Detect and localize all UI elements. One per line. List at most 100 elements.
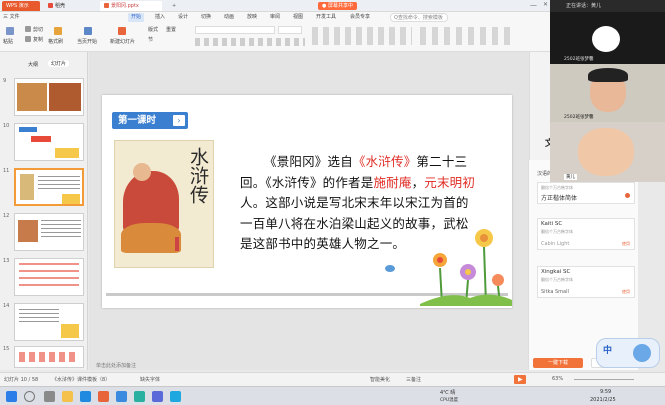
app-icon[interactable]: [152, 391, 163, 402]
mascot-icon: [633, 344, 651, 362]
smart-beautify-button[interactable]: 智能美化: [370, 376, 390, 383]
section-button[interactable]: 节: [148, 36, 153, 43]
font-sample: Cabin Light: [541, 241, 570, 247]
text-part: 《景阳冈》选自: [264, 154, 353, 169]
video-tile-teacher[interactable]: 2502班张梦馨: [550, 12, 665, 64]
slide-thumb-14[interactable]: [14, 303, 84, 341]
minimize-icon[interactable]: —: [530, 1, 537, 9]
play-current-button[interactable]: 当页开始: [77, 38, 97, 45]
slide-thumb-12[interactable]: [14, 213, 84, 251]
outline-tab[interactable]: 大纲: [28, 61, 38, 68]
thumb-number: 14: [3, 303, 10, 309]
menu-home[interactable]: 开始: [128, 13, 145, 22]
font-size-select[interactable]: [278, 26, 302, 34]
arrow-icon: ›: [173, 115, 185, 126]
cut-button[interactable]: 剪切: [33, 26, 43, 33]
flower-icon: [433, 229, 504, 286]
menu-design[interactable]: 设计: [178, 13, 188, 22]
menu-view[interactable]: 视图: [293, 13, 303, 22]
app-icon[interactable]: [170, 391, 181, 402]
slide-counter: 幻灯片 10 / 58: [4, 377, 39, 383]
format-painter-icon: [54, 27, 62, 35]
thumb-number: 12: [3, 213, 10, 219]
thumb-number: 10: [3, 123, 10, 129]
font-item[interactable]: 翻倍个万古韩字体 方正楷体简体: [537, 182, 635, 204]
menu-review[interactable]: 审阅: [270, 13, 280, 22]
thumb-number: 13: [3, 258, 10, 264]
close-icon[interactable]: ✕: [543, 1, 548, 8]
slide-thumb-13[interactable]: [14, 258, 84, 296]
menu-member[interactable]: 会员专享: [350, 13, 370, 22]
font-item[interactable]: Xingkai SC 翻倍个万古韩字体 Sitka Small 使用: [537, 266, 635, 298]
play-slideshow-button[interactable]: ▶: [514, 375, 526, 384]
font-status-icon: [625, 193, 630, 198]
video-tile-student2[interactable]: 黄儿: [550, 122, 665, 182]
tab-dahe[interactable]: 稻壳: [44, 1, 96, 11]
text-format-buttons[interactable]: [195, 38, 305, 46]
layout-button[interactable]: 版式: [148, 26, 158, 33]
ppt-file-icon: [104, 3, 109, 8]
paragraph-buttons[interactable]: [312, 27, 412, 45]
copy-icon: [25, 36, 31, 42]
notes-toggle[interactable]: 三备注: [406, 376, 421, 383]
play-icon: ▶: [518, 376, 523, 383]
missing-font-button[interactable]: 缺失字体: [140, 376, 160, 383]
theme-name: 《水浒传》课件模板（8）: [52, 377, 111, 383]
app-icon[interactable]: [134, 391, 145, 402]
use-font-link[interactable]: 使用: [622, 241, 630, 247]
avatar: [592, 26, 620, 52]
reset-button[interactable]: 重置: [166, 26, 176, 33]
format-painter-button[interactable]: 格式刷: [48, 38, 63, 45]
edge-icon[interactable]: [80, 391, 91, 402]
insert-shape-buttons[interactable]: [420, 27, 510, 45]
tiger-image: [121, 223, 181, 253]
menu-file[interactable]: 三 文件: [3, 13, 20, 22]
play-from-current-icon: [84, 27, 92, 35]
task-view-icon[interactable]: [44, 391, 55, 402]
video-tile-student1[interactable]: 2502班张梦馨: [550, 64, 665, 122]
paste-icon: [6, 27, 14, 35]
ime-widget[interactable]: 中: [596, 338, 660, 368]
search-input[interactable]: Q查找命令、搜索模板: [390, 13, 448, 22]
font-name: Xingkai SC: [541, 269, 571, 275]
new-slide-icon: [118, 27, 126, 35]
app-icon[interactable]: [116, 391, 127, 402]
tab-document[interactable]: 景阳冈.pptx: [100, 1, 162, 11]
windows-start-icon[interactable]: [6, 391, 17, 402]
slide-thumb-11[interactable]: [14, 168, 84, 206]
slide-thumb-9[interactable]: [14, 78, 84, 116]
butterfly-icon: [385, 265, 395, 272]
text-part-highlight: 施耐庵: [373, 174, 412, 190]
menu-animation[interactable]: 动画: [224, 13, 234, 22]
slide-thumb-15[interactable]: [14, 346, 84, 368]
new-tab-button[interactable]: +: [168, 1, 178, 11]
notes-placeholder[interactable]: 单击此处添加备注: [96, 362, 136, 369]
wps-icon[interactable]: [98, 391, 109, 402]
share-status-badge: ● 屏幕共享中: [318, 2, 357, 10]
dahe-icon: [48, 3, 53, 8]
weather: 4℃ 晴: [440, 390, 456, 396]
paste-button[interactable]: 粘贴: [3, 38, 13, 45]
tab-wps[interactable]: WPS 演示: [2, 1, 40, 11]
menu-insert[interactable]: 插入: [155, 13, 165, 22]
menu-developer[interactable]: 开发工具: [316, 13, 336, 22]
new-slide-button[interactable]: 新建幻灯片: [110, 38, 135, 45]
file-explorer-icon[interactable]: [62, 391, 73, 402]
search-icon[interactable]: [24, 391, 35, 402]
use-font-link[interactable]: 使用: [622, 289, 630, 295]
text-part-highlight: 元末明初: [424, 174, 476, 190]
download-all-button[interactable]: 一键下载: [533, 358, 583, 368]
zoom-slider[interactable]: [574, 379, 634, 380]
speaking-label: 正在讲话：黄儿: [550, 0, 665, 12]
slides-tab[interactable]: 幻灯片: [48, 60, 70, 67]
clock-date: 2021/2/25: [590, 397, 616, 403]
zoom-level[interactable]: 63%: [552, 376, 563, 382]
menu-transition[interactable]: 切换: [201, 13, 211, 22]
clock-time: 9:59: [600, 389, 612, 395]
slide-thumb-10[interactable]: [14, 123, 84, 161]
menu-slideshow[interactable]: 放映: [247, 13, 257, 22]
font-name: 方正楷体简体: [541, 195, 578, 202]
font-family-select[interactable]: [195, 26, 275, 34]
copy-button[interactable]: 复制: [33, 36, 43, 43]
font-item[interactable]: Kaiti SC 翻倍个万古韩字体 Cabin Light 使用: [537, 218, 635, 250]
